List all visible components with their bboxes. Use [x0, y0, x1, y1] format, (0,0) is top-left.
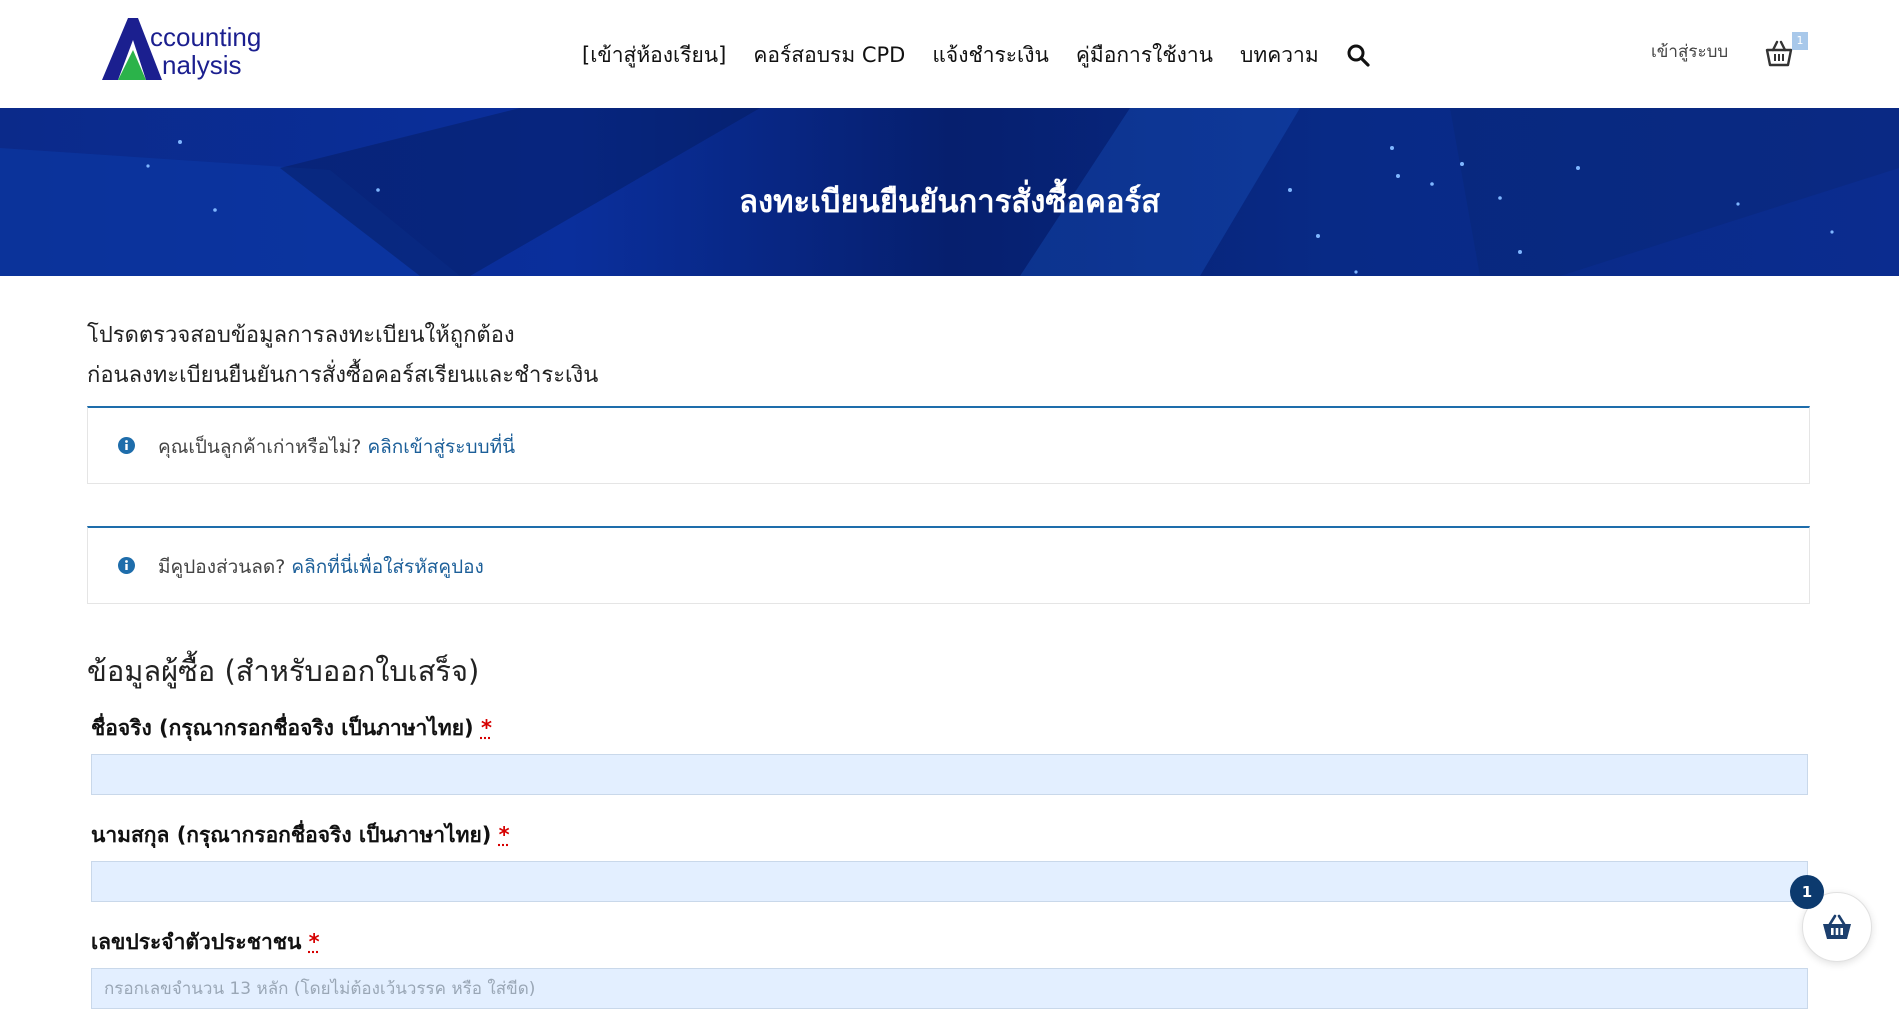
nav-item-classroom[interactable]: [เข้าสู่ห้องเรียน] [582, 39, 726, 72]
login-here-link[interactable]: คลิกเข้าสู่ระบบที่นี่ [367, 436, 515, 458]
enter-coupon-link[interactable]: คลิกที่นี่เพื่อใส่รหัสคูปอง [291, 556, 483, 578]
first-name-input[interactable] [91, 754, 1808, 795]
basket-icon [1765, 40, 1793, 67]
coupon-notice: มีคูปองส่วนลด? คลิกที่นี่เพื่อใส่รหัสคูป… [87, 526, 1810, 604]
national-id-label: เลขประจำตัวประชาชน * [91, 926, 320, 959]
site-header: ccounting nalysis [เข้าสู่ห้องเรียน] คอร… [0, 0, 1899, 108]
search-icon[interactable] [1346, 43, 1370, 67]
last-name-label-text: นามสกุล (กรุณากรอกชื่อจริง เป็นภาษาไทย) [91, 823, 492, 847]
notice-text: มีคูปองส่วนลด? คลิกที่นี่เพื่อใส่รหัสคูป… [158, 552, 484, 582]
intro-line-1: โปรดตรวจสอบข้อมูลการลงทะเบียนให้ถูกต้อง [87, 323, 515, 348]
floating-cart-count: 1 [1790, 875, 1824, 909]
first-name-label: ชื่อจริง (กรุณากรอกชื่อจริง เป็นภาษาไทย)… [91, 712, 492, 745]
notice-returning-text: คุณเป็นลูกค้าเก่าหรือไม่? [158, 436, 362, 458]
intro-line-2: ก่อนลงทะเบียนยืนยันการสั่งซื้อคอร์สเรียน… [87, 363, 599, 388]
header-cart-button[interactable]: 1 [1764, 32, 1808, 70]
nav-item-payment-notify[interactable]: แจ้งชำระเงิน [932, 39, 1048, 72]
page-title: ลงทะเบียนยืนยันการสั่งซื้อคอร์ส [738, 184, 1161, 220]
required-marker: * [308, 930, 320, 954]
notice-coupon-text: มีคูปองส่วนลด? [158, 556, 286, 578]
site-logo[interactable]: ccounting nalysis [98, 18, 268, 86]
header-cart-count: 1 [1792, 32, 1808, 50]
nav-item-user-guide[interactable]: คู่มือการใช้งาน [1076, 39, 1213, 72]
info-icon [118, 437, 135, 454]
billing-section-title: ข้อมูลผู้ซื้อ (สำหรับออกใบเสร็จ) [87, 654, 480, 688]
last-name-label: นามสกุล (กรุณากรอกชื่อจริง เป็นภาษาไทย) … [91, 819, 510, 852]
intro-text: โปรดตรวจสอบข้อมูลการลงทะเบียนให้ถูกต้อง … [87, 316, 598, 396]
required-marker: * [480, 716, 492, 740]
logo-word-analysis: nalysis [162, 50, 242, 80]
national-id-label-text: เลขประจำตัวประชาชน [91, 930, 302, 954]
basket-icon [1823, 914, 1851, 939]
nav-item-cpd-courses[interactable]: คอร์สอบรม CPD [753, 39, 905, 72]
notice-text: คุณเป็นลูกค้าเก่าหรือไม่? คลิกเข้าสู่ระบ… [158, 432, 515, 462]
last-name-input[interactable] [91, 861, 1808, 902]
main-nav: [เข้าสู่ห้องเรียน] คอร์สอบรม CPD แจ้งชำร… [582, 38, 1370, 72]
logo-word-accounting: ccounting [150, 22, 262, 52]
returning-customer-notice: คุณเป็นลูกค้าเก่าหรือไม่? คลิกเข้าสู่ระบ… [87, 406, 1810, 484]
nav-item-articles[interactable]: บทความ [1240, 39, 1319, 72]
required-marker: * [498, 823, 510, 847]
page-banner: ลงทะเบียนยืนยันการสั่งซื้อคอร์ส [0, 108, 1899, 276]
login-link[interactable]: เข้าสู่ระบบ [1651, 38, 1728, 65]
info-icon [118, 557, 135, 574]
first-name-label-text: ชื่อจริง (กรุณากรอกชื่อจริง เป็นภาษาไทย) [91, 716, 474, 740]
